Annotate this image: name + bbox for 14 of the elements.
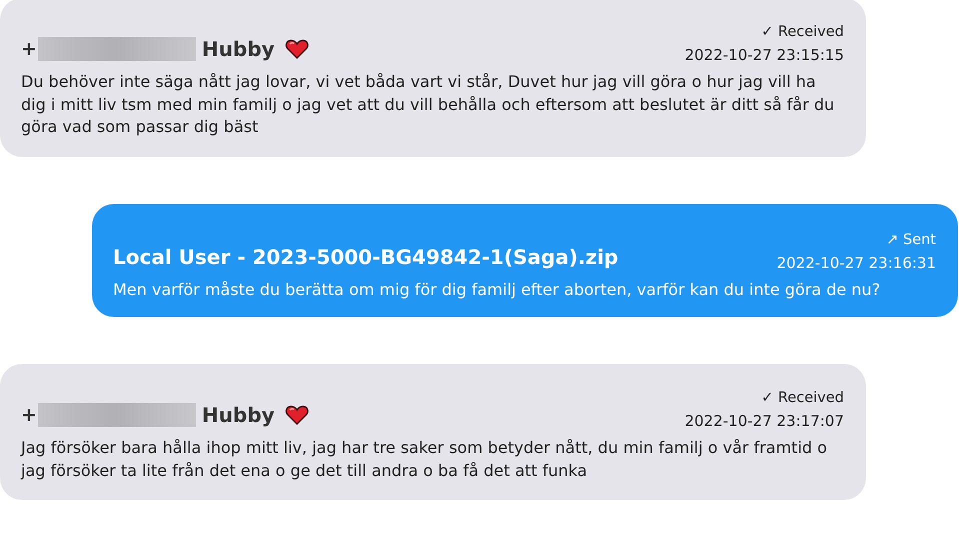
sender-name: Hubby <box>202 402 275 429</box>
message-text: Jag försöker bara hålla ihop mitt liv, jag har tre saker som betyder nått, du min familj o vår framtid o jag försöker ta lite från det ena o ge det till andra o ba få det att funka <box>21 437 828 482</box>
delivery-status: ✓ Received <box>761 23 844 42</box>
timestamp: 2022-10-27 23:16:31 <box>776 252 936 272</box>
plus-sign: + <box>21 402 37 428</box>
message-text: Men varför måste du berätta om mig för dig familj efter aborten, varför kan du inte göra de nu? <box>113 278 882 300</box>
timestamp: 2022-10-27 23:15:15 <box>684 45 844 65</box>
sender-name: Hubby <box>202 36 275 63</box>
delivery-status: ↗ Sent <box>886 230 936 250</box>
plus-sign: + <box>21 36 37 62</box>
delivery-status: ✓ Received <box>761 389 844 408</box>
message-text: Du behöver inte säga nått jag lovar, vi vet båda vart vi står, Duvet hur jag vill göra o hur jag vill ha dig i mitt liv tsm med min familj o jag vet att du vill behålla och eftersom att beslutet är ditt så får du göra vad som passar dig bäst <box>21 71 836 138</box>
sender-name: Local User - 2023-5000-BG49842-1(Saga).zip <box>113 244 618 270</box>
timestamp: 2022-10-27 23:17:07 <box>684 411 844 431</box>
